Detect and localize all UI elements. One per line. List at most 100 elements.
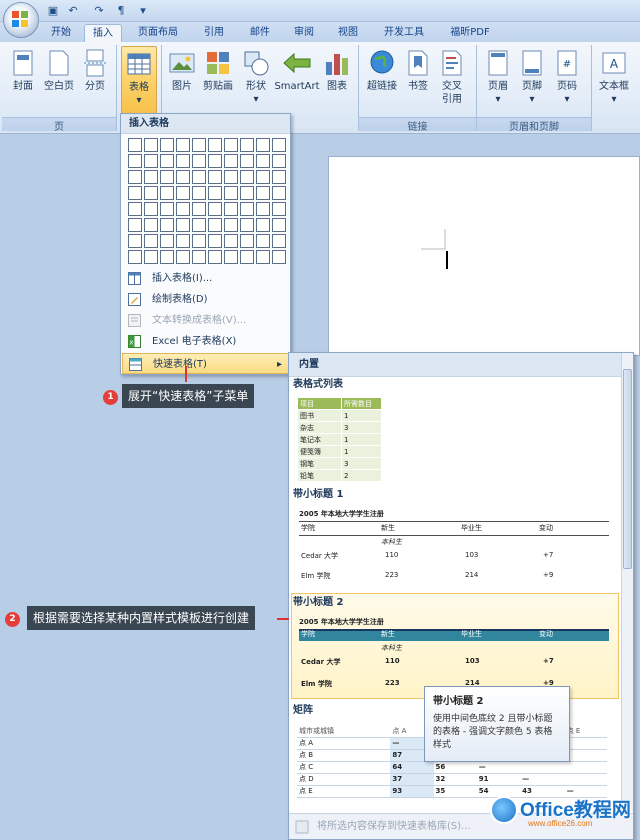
blank-page-button[interactable]: 空白页	[40, 46, 78, 114]
grid-cell[interactable]	[208, 186, 222, 200]
tab-developer[interactable]: 开发工具	[374, 24, 434, 42]
tab-references[interactable]: 引用	[194, 24, 234, 42]
grid-cell[interactable]	[208, 154, 222, 168]
grid-cell[interactable]	[272, 138, 286, 152]
grid-cell[interactable]	[272, 234, 286, 248]
tab-home[interactable]: 开始	[44, 24, 78, 42]
grid-cell[interactable]	[208, 234, 222, 248]
tab-foxit-pdf[interactable]: 福昕PDF	[440, 24, 500, 42]
grid-cell[interactable]	[224, 218, 238, 232]
grid-cell[interactable]	[256, 138, 270, 152]
grid-cell[interactable]	[192, 218, 206, 232]
grid-cell[interactable]	[272, 186, 286, 200]
grid-cell[interactable]	[144, 234, 158, 248]
grid-cell[interactable]	[224, 250, 238, 264]
cross-reference-button[interactable]: 交叉引用	[434, 46, 470, 114]
grid-cell[interactable]	[240, 138, 254, 152]
bookmark-button[interactable]: 书签	[402, 46, 434, 114]
hyperlink-button[interactable]: 超链接	[362, 46, 402, 114]
grid-cell[interactable]	[128, 202, 142, 216]
grid-cell[interactable]	[240, 202, 254, 216]
gallery-scrollbar[interactable]	[621, 353, 633, 811]
grid-cell[interactable]	[208, 202, 222, 216]
grid-cell[interactable]	[128, 170, 142, 184]
grid-cell[interactable]	[208, 218, 222, 232]
gallery-item-subheading-1[interactable]: 2005 年本地大学学生注册 学院 新生 毕业生 变动 本科生 Cedar 大学…	[291, 505, 619, 589]
grid-cell[interactable]	[256, 186, 270, 200]
grid-cell[interactable]	[160, 154, 174, 168]
grid-cell[interactable]	[176, 170, 190, 184]
grid-cell[interactable]	[224, 154, 238, 168]
grid-cell[interactable]	[240, 250, 254, 264]
picture-button[interactable]: 图片	[166, 46, 198, 114]
menu-item-text-to-table[interactable]: 文本转换成表格(V)...	[122, 310, 289, 331]
tab-page-layout[interactable]: 页面布局	[128, 24, 188, 42]
tab-review[interactable]: 审阅	[284, 24, 324, 42]
grid-cell[interactable]	[256, 170, 270, 184]
grid-cell[interactable]	[192, 186, 206, 200]
grid-cell[interactable]	[128, 250, 142, 264]
grid-cell[interactable]	[144, 250, 158, 264]
grid-cell[interactable]	[160, 170, 174, 184]
grid-cell[interactable]	[144, 170, 158, 184]
page-break-button[interactable]: 分页	[78, 46, 112, 114]
grid-cell[interactable]	[144, 218, 158, 232]
grid-cell[interactable]	[208, 138, 222, 152]
menu-item-excel-spreadsheet[interactable]: x Excel 电子表格(X)	[122, 331, 289, 352]
qat-menu-icon[interactable]: ▾	[134, 3, 152, 19]
grid-cell[interactable]	[208, 250, 222, 264]
grid-cell[interactable]	[240, 234, 254, 248]
smartart-button[interactable]: SmartArt	[274, 46, 320, 114]
cover-button[interactable]: 封面	[6, 46, 40, 114]
grid-cell[interactable]	[176, 202, 190, 216]
grid-cell[interactable]	[160, 138, 174, 152]
grid-cell[interactable]	[144, 154, 158, 168]
grid-cell[interactable]	[272, 170, 286, 184]
gallery-item-list[interactable]: 项目 所需数目 图书 1 杂志 3 笔记本 1 便笺簿 1 钢笔 3 铅笔 2	[297, 397, 382, 482]
grid-cell[interactable]	[240, 154, 254, 168]
grid-cell[interactable]	[192, 154, 206, 168]
grid-cell[interactable]	[176, 218, 190, 232]
grid-cell[interactable]	[144, 186, 158, 200]
tab-insert[interactable]: 插入	[84, 24, 122, 42]
grid-cell[interactable]	[256, 250, 270, 264]
grid-cell[interactable]	[128, 218, 142, 232]
grid-cell[interactable]	[208, 170, 222, 184]
tab-mailings[interactable]: 邮件	[240, 24, 280, 42]
tab-view[interactable]: 视图	[328, 24, 368, 42]
grid-cell[interactable]	[160, 186, 174, 200]
grid-cell[interactable]	[256, 202, 270, 216]
page-number-button[interactable]: # 页码 ▾	[549, 46, 585, 114]
footer-button[interactable]: 页脚 ▾	[515, 46, 549, 114]
grid-cell[interactable]	[160, 218, 174, 232]
clipart-button[interactable]: 剪贴画	[198, 46, 238, 114]
grid-cell[interactable]	[176, 138, 190, 152]
grid-cell[interactable]	[224, 202, 238, 216]
textbox-button[interactable]: A 文本框 ▾	[594, 46, 634, 114]
undo-icon[interactable]: ↶	[64, 3, 82, 19]
grid-cell[interactable]	[128, 154, 142, 168]
grid-cell[interactable]	[272, 154, 286, 168]
grid-cell[interactable]	[272, 218, 286, 232]
grid-cell[interactable]	[224, 234, 238, 248]
grid-cell[interactable]	[128, 234, 142, 248]
grid-cell[interactable]	[144, 138, 158, 152]
grid-cell[interactable]	[192, 138, 206, 152]
grid-cell[interactable]	[128, 138, 142, 152]
scrollbar-thumb[interactable]	[623, 369, 632, 569]
grid-cell[interactable]	[256, 234, 270, 248]
table-size-grid[interactable]	[128, 138, 286, 264]
grid-cell[interactable]	[144, 202, 158, 216]
grid-cell[interactable]	[224, 138, 238, 152]
grid-cell[interactable]	[256, 154, 270, 168]
grid-cell[interactable]	[240, 186, 254, 200]
table-button[interactable]: 表格 ▾	[121, 46, 157, 114]
grid-cell[interactable]	[192, 250, 206, 264]
grid-cell[interactable]	[256, 218, 270, 232]
grid-cell[interactable]	[224, 170, 238, 184]
shapes-button[interactable]: 形状 ▾	[238, 46, 274, 114]
grid-cell[interactable]	[176, 250, 190, 264]
grid-cell[interactable]	[192, 170, 206, 184]
redo-icon[interactable]: ↷	[90, 3, 108, 19]
grid-cell[interactable]	[240, 170, 254, 184]
